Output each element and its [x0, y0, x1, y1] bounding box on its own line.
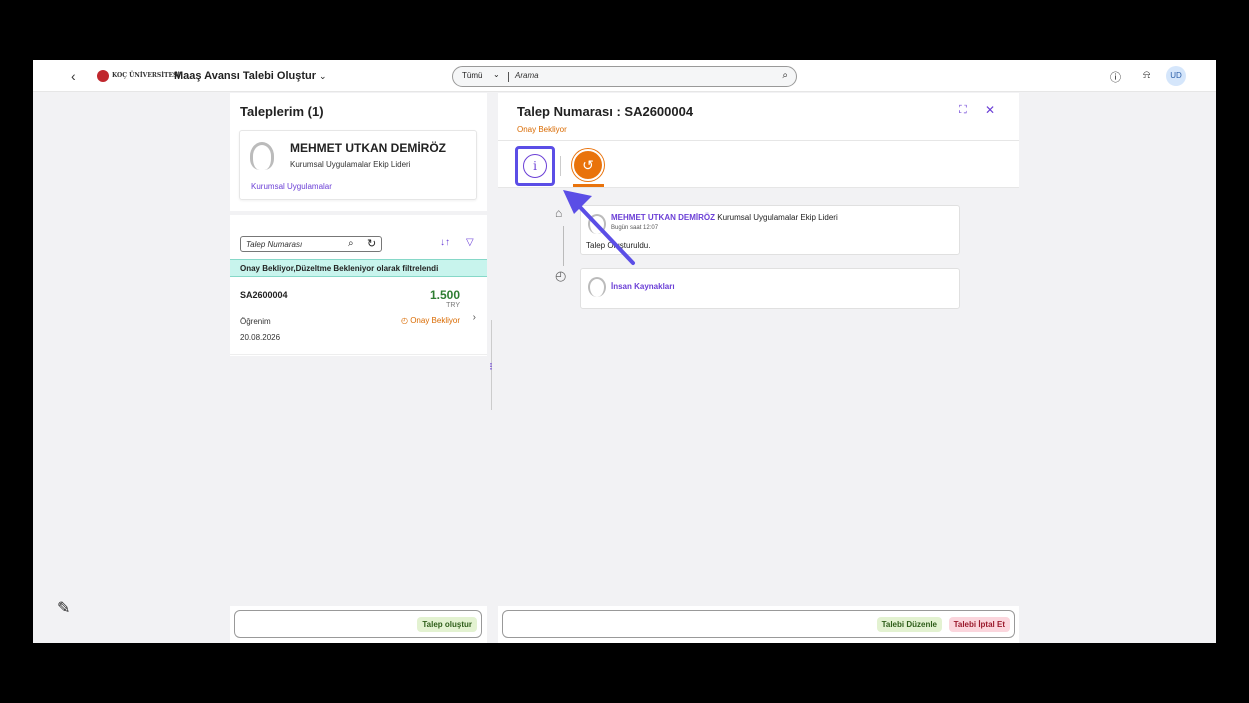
chevron-right-icon[interactable]: › — [473, 312, 476, 323]
search-icon[interactable]: ⌕ — [348, 238, 354, 249]
employee-name: MEHMET UTKAN DEMİRÖZ — [290, 141, 446, 155]
user-avatar[interactable]: UD — [1166, 66, 1186, 86]
filter-info-bar: Onay Bekliyor,Düzeltme Bekleniyor olarak… — [230, 259, 487, 277]
search-separator — [508, 72, 509, 82]
timeline-time: Bugün saat 12:07 — [611, 225, 659, 231]
info-icon: i — [523, 154, 547, 178]
annotation-arrow — [553, 238, 673, 333]
timeline-actor-name[interactable]: MEHMET UTKAN DEMİRÖZ — [611, 213, 715, 222]
request-date: 20.08.2026 — [240, 333, 281, 342]
filter-icon[interactable]: ▽ — [466, 237, 474, 248]
chevron-down-icon[interactable]: ⌄ — [493, 70, 500, 79]
global-search[interactable]: Tümü ⌄ Arama ⌕ — [452, 66, 797, 87]
logo-mark — [97, 70, 109, 82]
chevron-down-icon: ⌄ — [319, 71, 327, 81]
request-search-input[interactable]: Talep Numarası — [246, 240, 302, 249]
tab-info[interactable]: i — [515, 146, 555, 186]
refresh-icon[interactable]: ↻ — [367, 237, 376, 250]
search-input[interactable]: Arama — [515, 71, 539, 80]
right-footer-toolbar: Talebi Düzenle Talebi İptal Et — [502, 610, 1015, 638]
shell-bar: ‹ KOÇ ÜNİVERSİTESİ Maaş Avansı Talebi Ol… — [33, 60, 1216, 92]
sort-icon[interactable]: ↓↑ — [440, 237, 450, 248]
header-divider — [498, 140, 1019, 141]
detail-status: Onay Bekliyor — [517, 125, 567, 134]
request-number: SA2600004 — [240, 290, 288, 300]
timeline-actor-role: Kurumsal Uygulamalar Ekip Lideri — [717, 213, 838, 222]
grip-icon[interactable]: ⠇ — [489, 362, 496, 373]
detail-title: Talep Numarası : SA2600004 — [517, 104, 694, 119]
fullscreen-icon[interactable]: ⛶ — [959, 104, 967, 117]
timeline-actor: MEHMET UTKAN DEMİRÖZ Kurumsal Uygulamala… — [611, 213, 838, 222]
app-title[interactable]: Maaş Avansı Talebi Oluştur ⌄ — [174, 70, 327, 82]
list-item[interactable]: SA2600004 1.500 TRY Öğrenim ◴ Onay Bekli… — [230, 278, 487, 355]
chevron-left-icon[interactable]: ‹ — [71, 68, 76, 84]
filter-info-text: Onay Bekliyor,Düzeltme Bekleniyor olarak… — [240, 264, 439, 273]
request-amount: 1.500 — [429, 288, 460, 302]
app-title-text: Maaş Avansı Talebi Oluştur — [174, 70, 317, 82]
tab-separator — [560, 156, 561, 176]
document-icon: ⌂ — [555, 206, 563, 220]
logo-text: KOÇ ÜNİVERSİTESİ — [112, 72, 181, 79]
request-currency: TRY — [446, 302, 460, 309]
pencil-icon[interactable]: ✎ — [57, 598, 70, 618]
cancel-request-button[interactable]: Talebi İptal Et — [948, 617, 1010, 632]
request-search-field[interactable]: Talep Numarası ⌕ ↻ — [240, 236, 382, 252]
left-footer-toolbar: Talep oluştur — [234, 610, 482, 638]
university-logo[interactable]: KOÇ ÜNİVERSİTESİ — [97, 70, 180, 82]
edit-request-button[interactable]: Talebi Düzenle — [876, 617, 942, 632]
request-status: ◴ Onay Bekliyor — [401, 316, 460, 325]
close-icon[interactable]: ✕ — [985, 103, 995, 117]
employee-department-link[interactable]: Kurumsal Uygulamalar — [251, 182, 332, 191]
request-detail-panel: Talep Numarası : SA2600004 Onay Bekliyor… — [498, 93, 1019, 643]
person-placeholder-icon — [588, 214, 606, 234]
employee-card: MEHMET UTKAN DEMİRÖZ Kurumsal Uygulamala… — [239, 130, 477, 200]
request-type: Öğrenim — [240, 317, 271, 326]
tab-history[interactable]: ↺ — [572, 149, 604, 181]
help-icon[interactable]: ⓘ — [1110, 69, 1121, 85]
requests-panel: Taleplerim (1) MEHMET UTKAN DEMİRÖZ Kuru… — [230, 93, 487, 643]
employee-role: Kurumsal Uygulamalar Ekip Lideri — [290, 160, 411, 169]
history-icon: ↺ — [582, 157, 594, 173]
search-icon[interactable]: ⌕ — [782, 70, 788, 81]
bell-icon[interactable]: ⍾ — [1143, 69, 1150, 82]
create-request-button[interactable]: Talep oluştur — [417, 617, 477, 632]
requests-title: Taleplerim (1) — [240, 104, 324, 119]
person-placeholder-icon — [250, 142, 274, 170]
section-divider — [230, 211, 487, 215]
search-scope-select[interactable]: Tümü — [462, 71, 482, 80]
screen: ‹ KOÇ ÜNİVERSİTESİ Maaş Avansı Talebi Ol… — [33, 60, 1216, 643]
list-empty-area — [230, 356, 487, 606]
request-status-text: Onay Bekliyor — [410, 316, 460, 325]
clock-icon: ◴ — [401, 316, 411, 325]
